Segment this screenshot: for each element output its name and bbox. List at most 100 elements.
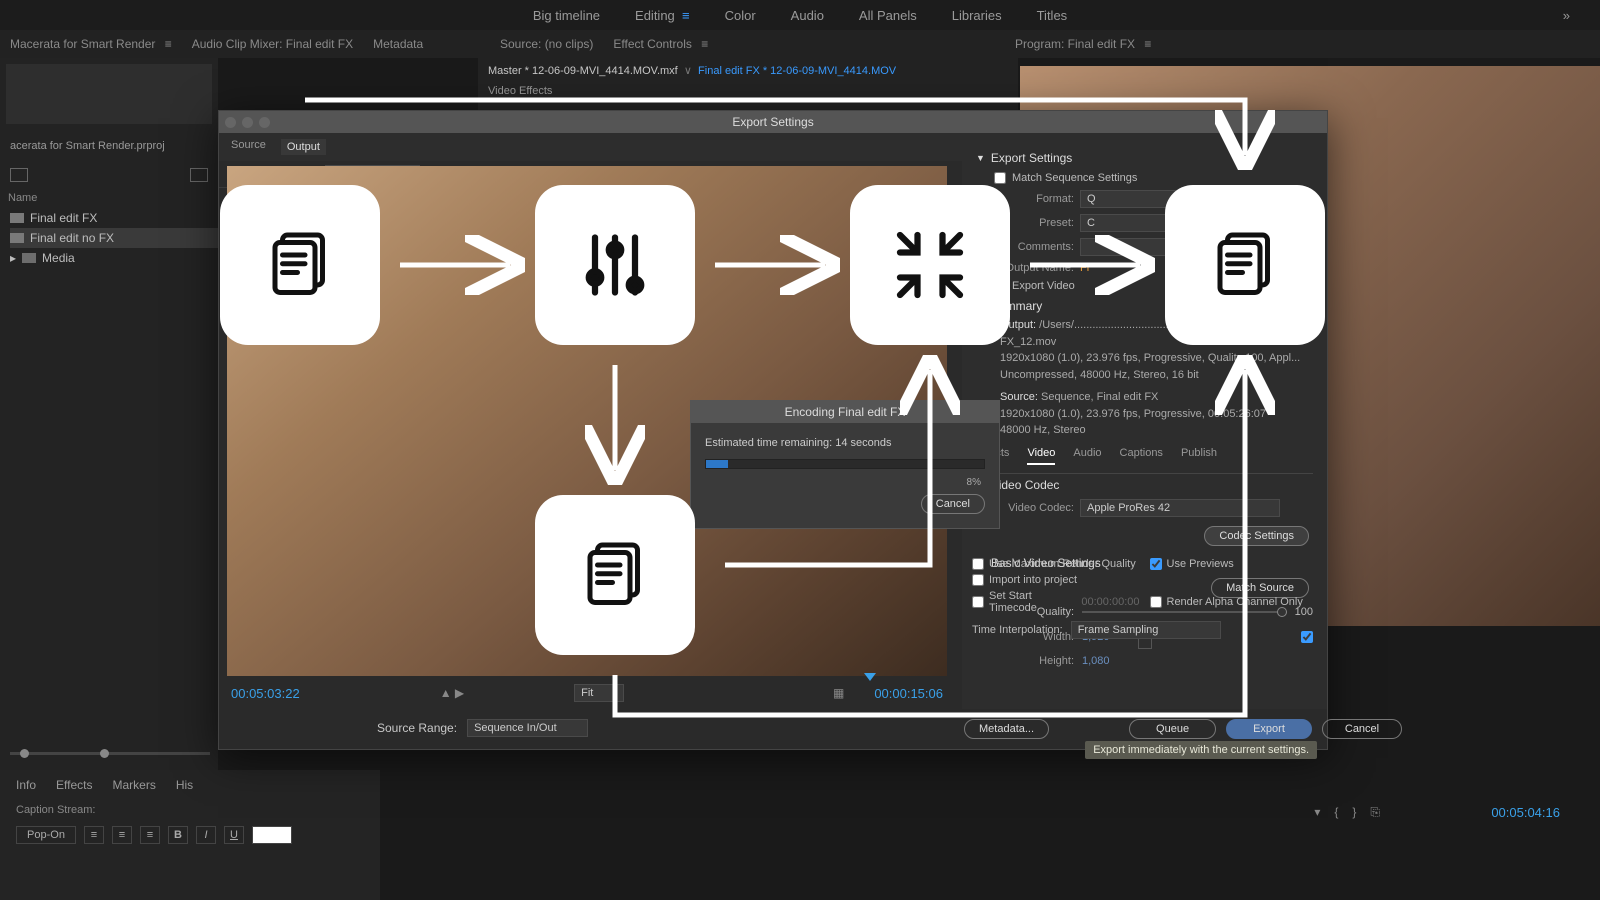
project-filename: acerata for Smart Render.prproj: [0, 130, 218, 162]
preview-zoom-select[interactable]: Fit: [574, 684, 624, 702]
export-tab-video[interactable]: Video: [1027, 447, 1055, 465]
add-marker-icon[interactable]: ▾: [1314, 805, 1320, 820]
project-item[interactable]: ▸ Media: [10, 248, 218, 268]
panel-tab[interactable]: Audio Clip Mixer: Final edit FX: [192, 37, 353, 51]
workspace-tab[interactable]: Color: [725, 8, 756, 23]
project-item[interactable]: Final edit no FX: [10, 228, 218, 248]
export-video-checkbox[interactable]: [994, 280, 1006, 292]
close-icon[interactable]: [225, 117, 236, 128]
panel-tab[interactable]: Source: (no clips): [500, 37, 593, 51]
color-swatch[interactable]: [252, 826, 292, 844]
sequence-icon: [10, 213, 24, 223]
dialog-titlebar[interactable]: Export Settings: [219, 111, 1327, 133]
clip-instance-link[interactable]: Final edit FX * 12-06-09-MVI_4414.MOV: [698, 65, 896, 77]
time-interpolation-select[interactable]: Frame Sampling: [1071, 621, 1221, 639]
align-right-icon[interactable]: ≡: [140, 826, 160, 844]
delete-preset-icon[interactable]: 🗑: [1274, 217, 1288, 230]
use-previews-checkbox[interactable]: [1150, 558, 1162, 570]
bracket-out-icon[interactable]: }: [1352, 805, 1356, 820]
bracket-in-icon[interactable]: {: [1334, 805, 1338, 820]
max-render-quality-label: Use Maximum Render Quality: [989, 558, 1136, 570]
video-codec-header[interactable]: ▼Video Codec: [976, 474, 1313, 496]
workspace-tab[interactable]: All Panels: [859, 8, 917, 23]
list-view-icon[interactable]: [10, 168, 28, 182]
workspace-tab-active[interactable]: Editing ≡: [635, 8, 690, 23]
alpha-only-label: Render Alpha Channel Only: [1167, 596, 1303, 608]
codec-settings-button[interactable]: Codec Settings: [1204, 526, 1309, 546]
height-value[interactable]: 1,080: [1082, 655, 1110, 667]
panel-tab[interactable]: Macerata for Smart Render ≡: [10, 37, 172, 51]
italic-icon[interactable]: I: [196, 826, 216, 844]
summary-header[interactable]: ▼Summary: [976, 295, 1313, 317]
height-label: Height:: [994, 655, 1074, 667]
more-workspaces-icon[interactable]: »: [1563, 8, 1570, 23]
workspace-tab[interactable]: Big timeline: [533, 8, 600, 23]
info-tab[interactable]: Markers: [112, 778, 155, 792]
alpha-only-checkbox[interactable]: [1150, 596, 1162, 608]
output-name-link[interactable]: Fi: [1080, 262, 1089, 274]
column-header-name[interactable]: Name: [0, 188, 218, 208]
minimize-icon[interactable]: [242, 117, 253, 128]
new-bin-icon[interactable]: [190, 168, 208, 182]
export-tab-captions[interactable]: Captions: [1120, 447, 1163, 465]
zoom-icon[interactable]: [259, 117, 270, 128]
panel-tab[interactable]: Program: Final edit FX ≡: [1015, 37, 1151, 51]
program-timecode[interactable]: 00:05:04:16: [1491, 805, 1560, 820]
max-render-quality-checkbox[interactable]: [972, 558, 984, 570]
playhead-marker-icon[interactable]: [864, 673, 876, 681]
panel-tab[interactable]: Metadata: [373, 37, 423, 51]
preset-label: Preset:: [994, 217, 1074, 229]
panel-tab[interactable]: Effect Controls ≡: [613, 37, 708, 51]
thumbnail-preview: [6, 64, 212, 124]
encoding-cancel-button[interactable]: Cancel: [921, 494, 985, 514]
use-previews-label: Use Previews: [1167, 558, 1234, 570]
queue-button[interactable]: Queue: [1129, 719, 1216, 739]
workspace-tab[interactable]: Titles: [1037, 8, 1068, 23]
underline-icon[interactable]: U: [224, 826, 244, 844]
source-range-select[interactable]: Sequence In/Out: [467, 719, 588, 737]
encoding-percent: 8%: [705, 477, 985, 488]
export-button[interactable]: Export: [1226, 719, 1312, 739]
import-preset-icon[interactable]: ▦: [1257, 217, 1267, 230]
align-center-icon[interactable]: ≡: [112, 826, 132, 844]
save-preset-icon[interactable]: ⇩: [1242, 217, 1251, 230]
cancel-button[interactable]: Cancel: [1322, 719, 1402, 739]
duration-timecode: 00:00:15:06: [874, 686, 943, 701]
import-project-label: Import into project: [989, 574, 1077, 586]
comments-input[interactable]: [1080, 238, 1280, 256]
output-tab[interactable]: Output: [281, 139, 326, 155]
workspace-tab[interactable]: Audio: [791, 8, 824, 23]
export-tab-publish[interactable]: Publish: [1181, 447, 1217, 465]
import-project-checkbox[interactable]: [972, 574, 984, 586]
export-tab-audio[interactable]: Audio: [1073, 447, 1101, 465]
video-codec-select[interactable]: Apple ProRes 42: [1080, 499, 1280, 517]
info-tab[interactable]: Effects: [56, 778, 92, 792]
metadata-button[interactable]: Metadata...: [964, 719, 1049, 739]
start-timecode-checkbox[interactable]: [972, 596, 984, 608]
preset-select[interactable]: C: [1080, 214, 1230, 232]
in-timecode[interactable]: 00:05:03:22: [231, 686, 300, 701]
project-zoom-slider[interactable]: [10, 752, 210, 762]
align-left-icon[interactable]: ≡: [84, 826, 104, 844]
workspace-tab-bar: Big timeline Editing ≡ Color Audio All P…: [0, 0, 1600, 30]
source-tab[interactable]: Source: [231, 139, 266, 155]
export-frame-icon[interactable]: ⎘: [1370, 805, 1380, 820]
workspace-tab[interactable]: Libraries: [952, 8, 1002, 23]
project-item[interactable]: Final edit FX: [10, 208, 218, 228]
format-select[interactable]: Q: [1080, 190, 1230, 208]
info-panel: Info Effects Markers His Caption Stream:…: [0, 770, 380, 900]
encoding-progress-dialog: Encoding Final edit FX Estimated time re…: [690, 400, 1000, 529]
video-codec-label: Video Codec:: [994, 502, 1074, 514]
comments-label: Comments:: [994, 241, 1074, 253]
info-tab[interactable]: His: [176, 778, 193, 792]
caption-type-select[interactable]: Pop-On: [16, 826, 76, 844]
export-settings-header[interactable]: ▼Export Settings: [976, 147, 1313, 169]
summary-source: Source: Sequence, Final edit FX 1920x108…: [976, 389, 1313, 439]
match-sequence-checkbox[interactable]: [994, 172, 1006, 184]
panel-tab-row: Macerata for Smart Render ≡ Audio Clip M…: [0, 30, 1600, 58]
export-video-label: Export Video: [1012, 280, 1075, 292]
folder-icon: [22, 253, 36, 263]
bold-icon[interactable]: B: [168, 826, 188, 844]
dialog-title: Export Settings: [732, 115, 813, 129]
info-tab[interactable]: Info: [16, 778, 36, 792]
